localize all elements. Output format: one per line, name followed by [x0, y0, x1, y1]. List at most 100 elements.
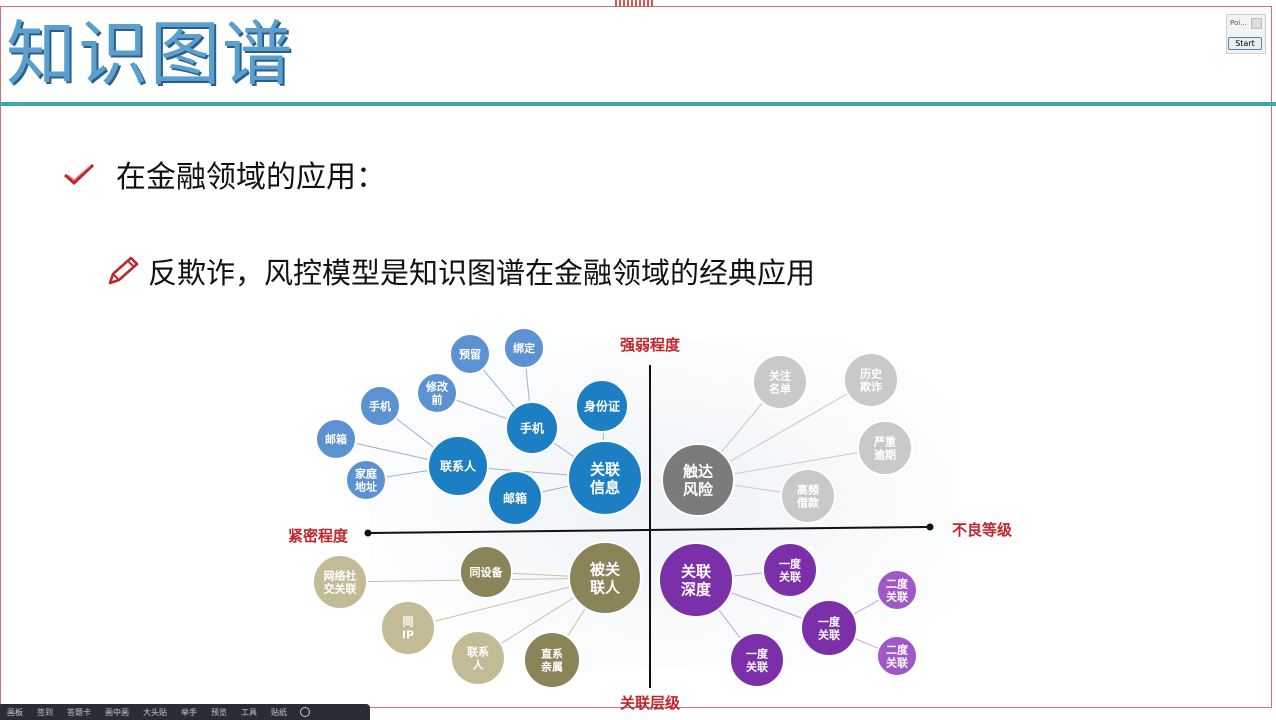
- node-hub-related-info-label: 关联: [590, 460, 621, 478]
- node-tl-0-label: 手机: [520, 420, 544, 435]
- node-tr-leaf-3: 高频借款: [780, 468, 836, 524]
- node-hub-association-depth-label: 深度: [681, 580, 712, 598]
- node-br-leaf-0-label: 一度: [779, 556, 802, 570]
- node-tl-2-label: 联系人: [440, 458, 477, 473]
- node-bl-leaf-1: 网络社交关联: [312, 554, 368, 610]
- node-br-leaf-1: 一度关联: [800, 599, 858, 657]
- axis-label-top: 强弱程度: [620, 336, 681, 354]
- node-br-leaf-4-label: 二度: [886, 642, 909, 656]
- node-tl-leaf-0-1: 绑定: [503, 327, 545, 369]
- node-hub-associated-people-label: 被关: [590, 560, 620, 578]
- node-tr-leaf-3-label: 借款: [796, 496, 820, 510]
- pencil-icon: [108, 256, 139, 285]
- node-tl-leaf-0-2-label: 修改: [425, 379, 449, 393]
- node-tl-leaf-2-0-label: 手机: [369, 399, 391, 413]
- node-tr-leaf-0: 关注名单: [752, 354, 808, 410]
- node-br-leaf-0: 一度关联: [762, 542, 818, 598]
- node-hub-reach-risk-label: 触达: [683, 462, 713, 480]
- bullet-anti-fraud-text: 反欺诈，风控模型是知识图谱在金融领域的经典应用: [148, 256, 816, 290]
- node-tr-leaf-2: 严重逾期: [857, 420, 913, 476]
- node-br-leaf-3-label: 二度: [886, 576, 909, 590]
- node-br-leaf-4: 二度关联: [876, 635, 918, 677]
- node-br-leaf-2: 一度关联: [729, 632, 785, 688]
- title-rule: [0, 102, 1276, 106]
- node-br-leaf-1-label: 关联: [818, 628, 840, 642]
- node-tl-leaf-0-0-label: 预留: [459, 347, 481, 361]
- toolbar-item-tools[interactable]: 工具: [241, 707, 257, 718]
- axis-end-left: [364, 529, 372, 537]
- node-bl-leaf-4-label: 亲属: [541, 660, 563, 674]
- toolbar-item-whiteboard[interactable]: 画板: [7, 707, 23, 718]
- axis-label-right: 不良等级: [952, 521, 1013, 539]
- node-tl-2: 联系人: [427, 435, 489, 497]
- node-br-leaf-3: 二度关联: [876, 569, 918, 611]
- top-drag-handle[interactable]: [615, 0, 655, 7]
- node-tr-leaf-0-label: 关注: [769, 368, 791, 382]
- bullet-anti-fraud: 反欺诈，风控模型是知识图谱在金融领域的经典应用: [106, 250, 815, 292]
- toolbar-item-checkin[interactable]: 签到: [37, 707, 53, 718]
- node-tl-leaf-2-1: 邮箱: [315, 418, 357, 460]
- node-tl-leaf-2-1-label: 邮箱: [325, 432, 347, 446]
- axis-label-left: 紧密程度: [288, 527, 349, 545]
- node-tr-leaf-1: 历史欺诈: [843, 352, 899, 408]
- risk-knowledge-graph-diagram: 强弱程度 关联层级 紧密程度 不良等级 预留 绑定修改前手机身份证手机邮箱家庭地址…: [288, 327, 1013, 710]
- node-br-leaf-2-label: 一度: [746, 646, 769, 660]
- node-tr-leaf-2-label: 逾期: [874, 448, 896, 462]
- node-hub-related-info: 关联信息: [567, 440, 643, 516]
- node-bl-leaf-2: 同IP: [380, 600, 436, 656]
- node-br-leaf-0-label: 关联: [779, 570, 801, 584]
- node-tl-leaf-0-2: 修改前: [416, 372, 458, 414]
- poi-widget: Poi... Start: [1226, 14, 1266, 54]
- widget-close-icon[interactable]: [1251, 18, 1262, 29]
- node-bl-leaf-2-label: 同: [403, 615, 414, 628]
- node-tr-leaf-3-label: 高频: [797, 482, 819, 496]
- node-tl-leaf-0-1-label: 绑定: [513, 341, 535, 355]
- node-bl-leaf-2-label: IP: [402, 629, 414, 642]
- node-hub-associated-people: 被关联人: [568, 541, 642, 615]
- live-class-toolbar: 画板 签到 答题卡 画中画 大头贴 举手 预览 工具 贴纸: [0, 704, 370, 720]
- axis-end-right: [926, 523, 934, 531]
- node-hub-reach-risk-label: 风险: [683, 480, 714, 498]
- node-tr-leaf-1-label: 欺诈: [860, 380, 882, 394]
- start-button[interactable]: Start: [1228, 37, 1262, 50]
- node-hub-reach-risk: 触达风险: [661, 443, 735, 517]
- bullet-applications: 在金融领域的应用：: [62, 152, 386, 196]
- node-hub-related-info-label: 信息: [590, 478, 620, 496]
- node-bl-leaf-0: 同设备: [459, 545, 513, 599]
- node-bl-leaf-1-label: 网络社: [324, 568, 357, 582]
- node-br-leaf-2-label: 关联: [746, 660, 768, 674]
- slide-title: 知识图谱: [6, 13, 294, 95]
- node-tl-3: 邮箱: [487, 470, 543, 526]
- node-tl-3-label: 邮箱: [503, 490, 527, 505]
- node-tl-leaf-2-0: 手机: [359, 385, 401, 427]
- toolbar-item-avatar-sticker[interactable]: 大头贴: [143, 707, 167, 718]
- node-hub-association-depth: 关联深度: [658, 542, 734, 618]
- power-icon[interactable]: [300, 707, 310, 717]
- node-bl-leaf-3-label: 人: [473, 658, 485, 672]
- node-bl-leaf-3-label: 联系: [467, 644, 489, 658]
- node-hub-associated-people-label: 联人: [590, 578, 621, 596]
- node-bl-leaf-0-label: 同设备: [470, 565, 504, 579]
- toolbar-item-pip[interactable]: 画中画: [105, 707, 129, 718]
- node-tr-leaf-2-label: 严重: [873, 434, 896, 448]
- node-bl-leaf-4: 直系亲属: [523, 631, 581, 689]
- bullet-applications-text: 在金融领域的应用：: [116, 160, 386, 195]
- node-tl-leaf-2-2-label: 家庭: [355, 466, 377, 480]
- axis-label-bottom: 关联层级: [620, 694, 681, 710]
- node-tl-leaf-2-2-label: 地址: [355, 480, 377, 494]
- node-tl-leaf-2-2: 家庭地址: [345, 459, 387, 501]
- node-tl-leaf-0-0: 预留: [449, 333, 491, 375]
- toolbar-item-sticker[interactable]: 贴纸: [271, 707, 287, 718]
- node-bl-leaf-4-label: 直系: [541, 646, 563, 660]
- toolbar-item-preview[interactable]: 预览: [211, 707, 227, 718]
- node-br-leaf-3-label: 关联: [886, 590, 908, 604]
- toolbar-item-answer-card[interactable]: 答题卡: [67, 707, 91, 718]
- node-tl-leaf-0-2-label: 前: [432, 393, 443, 407]
- node-br-leaf-4-label: 关联: [886, 656, 908, 670]
- node-tl-0: 手机: [505, 401, 559, 455]
- node-tr-leaf-1-label: 历史: [860, 366, 883, 380]
- toolbar-item-raise-hand[interactable]: 举手: [181, 707, 197, 718]
- node-tr-leaf-0-label: 名单: [769, 382, 791, 396]
- node-br-leaf-1-label: 一度: [818, 614, 841, 628]
- node-hub-association-depth-label: 关联: [681, 562, 712, 580]
